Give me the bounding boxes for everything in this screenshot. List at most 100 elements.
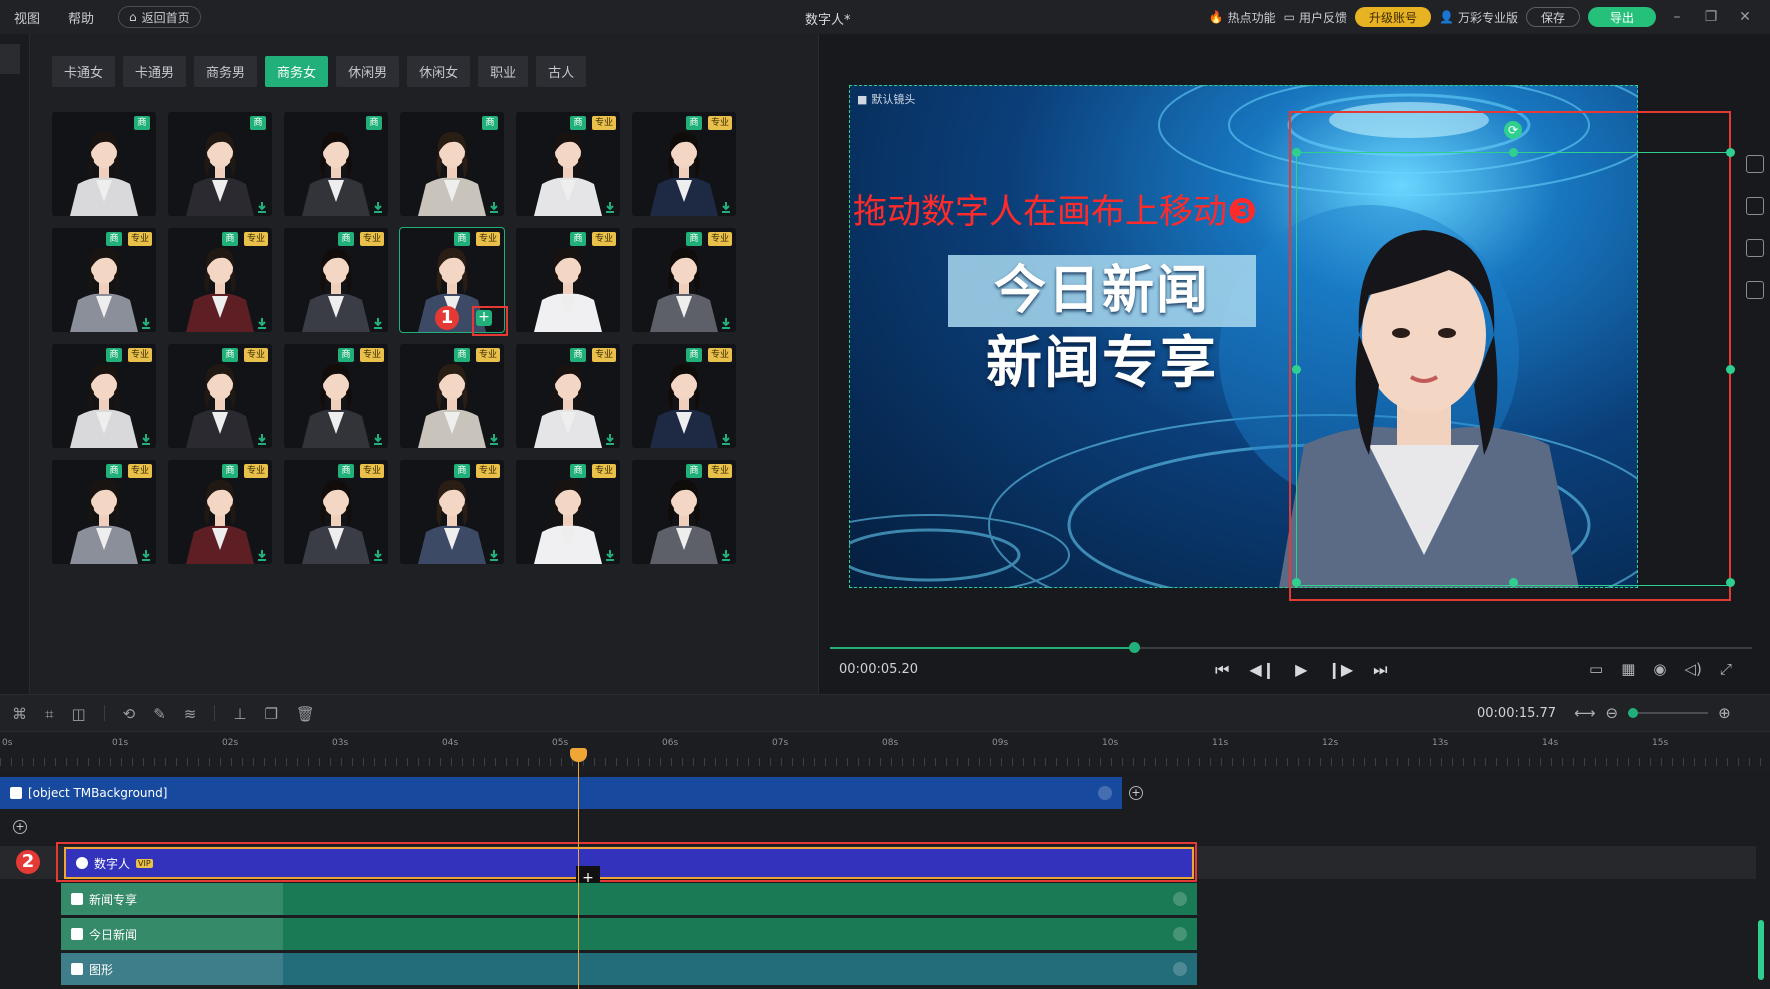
avatar-card[interactable]: 专业商 <box>168 228 272 332</box>
home-button[interactable]: ⌂ 返回首页 <box>118 6 201 28</box>
zoom-knob[interactable] <box>1628 708 1639 718</box>
menu-help[interactable]: 帮助 <box>54 8 108 27</box>
avatar-card[interactable]: 专业商 <box>516 344 620 448</box>
download-icon[interactable] <box>140 317 152 329</box>
zoom-out-icon[interactable]: ⊖ <box>1606 704 1619 722</box>
download-icon[interactable] <box>256 201 268 213</box>
download-icon[interactable] <box>372 317 384 329</box>
step-back-icon[interactable]: ◀❙ <box>1249 660 1275 680</box>
text-edit-icon[interactable] <box>1173 927 1187 941</box>
add-keyframe-icon[interactable]: + <box>1129 786 1143 800</box>
avatar-card[interactable]: 专业商 <box>632 460 736 564</box>
avatar-card[interactable]: 专业商 <box>284 344 388 448</box>
download-icon[interactable] <box>720 549 732 561</box>
upgrade-button[interactable]: 升级账号 <box>1354 7 1431 27</box>
export-button[interactable]: 导出 <box>1587 7 1656 27</box>
zoom-slider[interactable] <box>1628 708 1709 718</box>
layers-icon[interactable]: ≋ <box>184 705 197 723</box>
crop-icon[interactable] <box>1746 155 1764 173</box>
avatar-card[interactable]: 专业商 <box>632 112 736 216</box>
resize-handle-bm[interactable] <box>1509 578 1518 587</box>
download-icon[interactable] <box>372 201 384 213</box>
background-track[interactable]: [object TMBackground] <box>0 777 1122 809</box>
resize-handle-ml[interactable] <box>1292 365 1301 374</box>
avatar-card[interactable]: 专业商 <box>284 460 388 564</box>
split-icon[interactable]: ◫ <box>71 705 85 723</box>
fullscreen-icon[interactable]: ⤢ <box>1720 660 1732 678</box>
download-icon[interactable] <box>256 549 268 561</box>
save-button[interactable]: 保存 <box>1525 7 1580 27</box>
tab-7[interactable]: 古人 <box>536 56 587 87</box>
stamp-icon[interactable]: ⊥ <box>233 705 246 723</box>
avatar-card[interactable]: 专业商 <box>400 344 504 448</box>
fit-icon[interactable] <box>1746 239 1764 257</box>
add-track-icon[interactable]: + <box>13 820 27 834</box>
text-track-today-news[interactable]: 今日新闻 <box>61 918 1197 950</box>
download-icon[interactable] <box>604 201 616 213</box>
hot-features-button[interactable]: 🔥 热点功能 <box>1209 9 1276 26</box>
avatar-card[interactable]: 专业商 <box>516 228 620 332</box>
headline-today-news[interactable]: 今日新闻 <box>948 255 1256 327</box>
step-forward-icon[interactable]: ❙▶ <box>1327 660 1353 680</box>
avatar-card[interactable]: 专业商 <box>52 344 156 448</box>
skip-start-icon[interactable]: ⏮ <box>1215 660 1229 680</box>
minimize-icon[interactable]: – <box>1664 9 1690 25</box>
shape-edit-icon[interactable] <box>1173 962 1187 976</box>
download-icon[interactable] <box>256 433 268 445</box>
avatar-card[interactable]: 专业商 <box>168 460 272 564</box>
resize-handle-bl[interactable] <box>1292 578 1301 587</box>
tab-5[interactable]: 休闲女 <box>407 56 471 87</box>
download-icon[interactable] <box>256 317 268 329</box>
vertical-scrollbar[interactable] <box>1758 920 1764 980</box>
copy-icon[interactable]: ❐ <box>264 705 277 723</box>
avatar-card[interactable]: 商 <box>284 112 388 216</box>
resize-handle-br[interactable] <box>1726 578 1735 587</box>
code-icon[interactable]: ⌘ <box>12 705 27 723</box>
avatar-card[interactable]: 商 <box>168 112 272 216</box>
download-icon[interactable] <box>488 549 500 561</box>
menu-view[interactable]: 视图 <box>0 8 54 27</box>
rotate-handle-icon[interactable]: ⟳ <box>1504 121 1522 139</box>
avatar-card[interactable]: 专业商 <box>52 228 156 332</box>
download-icon[interactable] <box>488 201 500 213</box>
resize-handle-mr[interactable] <box>1726 365 1735 374</box>
play-icon[interactable]: ▶ <box>1295 660 1307 680</box>
resize-handle-tr[interactable] <box>1726 148 1735 157</box>
snapshot-icon[interactable]: ◉ <box>1653 660 1666 678</box>
headline-news-exclusive[interactable]: 新闻专享 <box>948 328 1256 400</box>
background-settings-icon[interactable] <box>1098 786 1112 800</box>
avatar-card[interactable]: 专业商 <box>632 344 736 448</box>
timeline-ruler[interactable]: 0s 01s 02s 03s 04s 05s 06s 07s 08s 09s 10s 11s 12s 13… <box>0 732 1770 772</box>
tab-2[interactable]: 商务男 <box>194 56 258 87</box>
delete-icon[interactable]: 🗑 <box>296 705 315 723</box>
grid-icon[interactable]: ▦ <box>1621 660 1635 678</box>
download-icon[interactable] <box>604 433 616 445</box>
avatar-card[interactable]: 专业商 <box>632 228 736 332</box>
volume-icon[interactable]: ◁) <box>1684 660 1701 678</box>
playback-scrubber[interactable] <box>830 642 1752 653</box>
avatar-card[interactable]: 专业商 <box>168 344 272 448</box>
download-icon[interactable] <box>604 549 616 561</box>
download-icon[interactable] <box>140 433 152 445</box>
download-icon[interactable] <box>372 433 384 445</box>
avatar-card[interactable]: 专业商 <box>516 460 620 564</box>
account-edition[interactable]: 👤 万彩专业版 <box>1439 9 1518 26</box>
side-tab[interactable] <box>0 44 20 74</box>
tab-4[interactable]: 休闲男 <box>336 56 400 87</box>
text-edit-icon[interactable] <box>1173 892 1187 906</box>
crop-tool-icon[interactable]: ⌗ <box>45 705 53 723</box>
download-icon[interactable] <box>720 433 732 445</box>
avatar-card[interactable]: 专业商 <box>284 228 388 332</box>
resize-handle-tl[interactable] <box>1292 148 1301 157</box>
playhead-line[interactable] <box>578 750 579 989</box>
tab-3[interactable]: 商务女 <box>265 56 329 87</box>
zoom-in-icon[interactable]: ⊕ <box>1718 704 1731 722</box>
avatar-card[interactable]: 商 <box>400 112 504 216</box>
tab-0[interactable]: 卡通女 <box>52 56 116 87</box>
download-icon[interactable] <box>720 317 732 329</box>
layout-icon[interactable] <box>1746 197 1764 215</box>
shape-track[interactable]: 图形 <box>61 953 1197 985</box>
tab-6[interactable]: 职业 <box>478 56 529 87</box>
fit-width-icon[interactable]: ⟷ <box>1574 704 1596 722</box>
avatar-card[interactable]: 专业商 <box>516 112 620 216</box>
